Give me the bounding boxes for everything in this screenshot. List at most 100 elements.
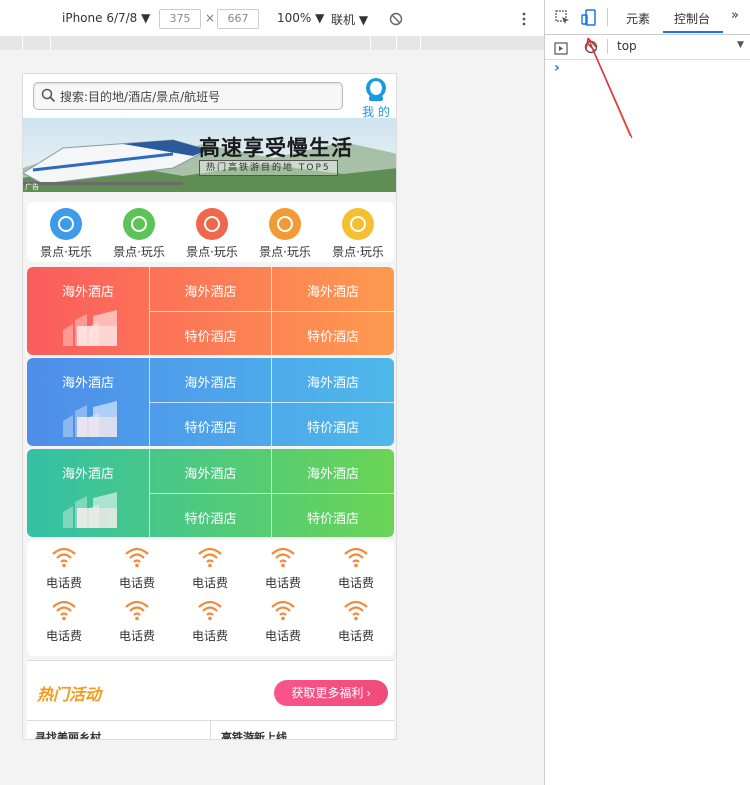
hotel-main-cell[interactable]: 海外酒店	[27, 358, 149, 446]
phone-fee-item[interactable]: 电话费	[102, 599, 172, 644]
phone-fee-item[interactable]: 电话费	[248, 546, 318, 591]
hotel-cell[interactable]: 特价酒店	[272, 494, 394, 537]
hotel-cell-label: 特价酒店	[306, 512, 359, 527]
phone-fee-label: 电话费	[118, 629, 155, 643]
phone-fee-grid: 电话费 电话费 电话费 电话费 电话费 电话费 电话费 电话费 电话费 电话费	[27, 540, 394, 656]
hotel-cell[interactable]: 海外酒店	[150, 358, 271, 402]
circle-icon	[196, 208, 228, 240]
hotel-cell[interactable]: 特价酒店	[150, 312, 271, 355]
wifi-signal-icon	[175, 599, 245, 625]
wifi-signal-icon	[29, 546, 99, 572]
phone-fee-label: 电话费	[191, 629, 228, 643]
hotel-cell[interactable]: 特价酒店	[150, 494, 271, 537]
category-label: 景点·玩乐	[186, 245, 238, 259]
phone-fee-item[interactable]: 电话费	[321, 546, 391, 591]
hotel-cell[interactable]: 海外酒店	[272, 449, 394, 493]
ad-label: 广告	[25, 183, 39, 191]
hotel-block: 海外酒店 海外酒店 海外酒店特价酒店 特价酒店	[27, 358, 394, 446]
hotel-cell-label: 海外酒店	[306, 467, 359, 482]
search-placeholder: 搜索:目的地/酒店/景点/航班号	[60, 90, 221, 104]
phone-fee-label: 电话费	[337, 576, 374, 590]
hotel-cell[interactable]: 海外酒店	[272, 358, 394, 402]
hotel-building-icon	[27, 482, 149, 534]
hotel-cell[interactable]: 特价酒店	[272, 403, 394, 446]
temple-icon	[50, 208, 82, 240]
news-item[interactable]: 寻找美丽乡村	[35, 729, 101, 739]
chevron-right-icon: ›	[366, 686, 371, 700]
inspect-element-icon[interactable]	[555, 10, 570, 29]
get-more-benefits-button[interactable]: 获取更多福利 ›	[274, 680, 388, 706]
media-query-ruler	[0, 36, 544, 50]
mountain-icon	[123, 208, 155, 240]
more-tabs-icon[interactable]: »	[731, 8, 739, 23]
hotel-cell-label: 海外酒店	[184, 285, 237, 300]
phone-fee-label: 电话费	[264, 576, 301, 590]
device-toggle-icon[interactable]	[581, 9, 597, 30]
phone-fee-item[interactable]: 电话费	[248, 599, 318, 644]
hotel-cell-label: 特价酒店	[184, 421, 237, 436]
rotate-icon[interactable]	[389, 11, 403, 30]
hotel-cell[interactable]: 特价酒店	[150, 403, 271, 446]
search-input[interactable]: 搜索:目的地/酒店/景点/航班号	[33, 82, 343, 110]
hotel-cell[interactable]: 海外酒店	[150, 449, 271, 493]
news-item[interactable]: 高铁游新上线	[221, 729, 287, 739]
hotel-building-icon	[27, 300, 149, 352]
hot-activity-bar: 热门活动 获取更多福利 ›	[27, 660, 394, 721]
device-select[interactable]: iPhone 6/7/8 ▼	[62, 11, 150, 25]
hotel-block: 海外酒店 海外酒店 海外酒店特价酒店 特价酒店	[27, 267, 394, 355]
annotation-arrow	[585, 37, 633, 139]
more-button-label: 获取更多福利	[291, 686, 364, 700]
device-toolbar: iPhone 6/7/8 ▼ 375 × 667 100% ▼ 联机 ▼	[0, 0, 544, 37]
hotel-cell[interactable]: 特价酒店	[272, 312, 394, 355]
dimension-separator: ×	[205, 11, 216, 25]
ferris-wheel-icon	[269, 208, 301, 240]
hotel-cell[interactable]: 海外酒店	[150, 267, 271, 311]
category-item[interactable]: 景点·玩乐	[177, 208, 247, 260]
network-select[interactable]: 联机 ▼	[331, 11, 368, 28]
zoom-select[interactable]: 100% ▼	[277, 11, 324, 25]
news-row: 寻找美丽乡村 高铁游新上线	[27, 720, 394, 739]
phone-fee-item[interactable]: 电话费	[29, 546, 99, 591]
phone-fee-item[interactable]: 电话费	[102, 546, 172, 591]
hotel-cell[interactable]: 海外酒店	[272, 267, 394, 311]
hotel-cell-label: 海外酒店	[306, 285, 359, 300]
tab-console[interactable]: 控制台	[674, 10, 710, 27]
phone-fee-item[interactable]: 电话费	[175, 599, 245, 644]
search-header: 搜索:目的地/酒店/景点/航班号 我 的	[23, 74, 396, 119]
category-item[interactable]: 景点·玩乐	[31, 208, 101, 260]
wifi-signal-icon	[321, 546, 391, 572]
hotel-cell-label: 海外酒店	[61, 285, 114, 300]
hotel-main-cell[interactable]: 海外酒店	[27, 267, 149, 355]
promo-banner[interactable]: 高速享受慢生活 热门高铁游目的地 TOP5 广告	[23, 118, 396, 192]
category-item[interactable]: 景点·玩乐	[250, 208, 320, 260]
device-emulation-area: iPhone 6/7/8 ▼ 375 × 667 100% ▼ 联机 ▼ 搜索:…	[0, 0, 544, 785]
category-item[interactable]: 景点·玩乐	[104, 208, 174, 260]
category-icon-grid: 景点·玩乐 景点·玩乐 景点·玩乐 景点·玩乐 景点·玩乐	[27, 202, 394, 262]
hotel-block: 海外酒店 海外酒店 海外酒店 特价酒店 特价酒店	[27, 449, 394, 537]
hotel-cell-label: 特价酒店	[306, 421, 359, 436]
hotel-cell-label: 海外酒店	[306, 376, 359, 391]
console-prompt[interactable]: ›	[554, 60, 560, 76]
wifi-signal-icon	[29, 599, 99, 625]
phone-fee-item[interactable]: 电话费	[321, 599, 391, 644]
phone-fee-item[interactable]: 电话费	[175, 546, 245, 591]
phone-fee-label: 电话费	[264, 629, 301, 643]
more-options-icon[interactable]	[522, 11, 526, 30]
phone-fee-label: 电话费	[337, 629, 374, 643]
phone-fee-item[interactable]: 电话费	[29, 599, 99, 644]
hotel-cell-label: 特价酒店	[184, 512, 237, 527]
hotel-cell-label: 特价酒店	[306, 330, 359, 345]
wifi-signal-icon	[102, 546, 172, 572]
width-input[interactable]: 375	[159, 9, 201, 29]
phone-fee-label: 电话费	[45, 629, 82, 643]
tab-elements[interactable]: 元素	[626, 10, 650, 27]
hotel-cell-label: 海外酒店	[184, 376, 237, 391]
hotel-main-cell[interactable]: 海外酒店	[27, 449, 149, 537]
hotel-building-icon	[27, 391, 149, 443]
height-input[interactable]: 667	[217, 9, 259, 29]
category-label: 景点·玩乐	[259, 245, 311, 259]
sidebar-toggle-icon[interactable]	[554, 40, 568, 59]
category-item[interactable]: 景点·玩乐	[323, 208, 393, 260]
chevron-down-icon[interactable]: ▼	[737, 40, 744, 50]
my-account-button[interactable]: 我 的	[359, 78, 393, 119]
